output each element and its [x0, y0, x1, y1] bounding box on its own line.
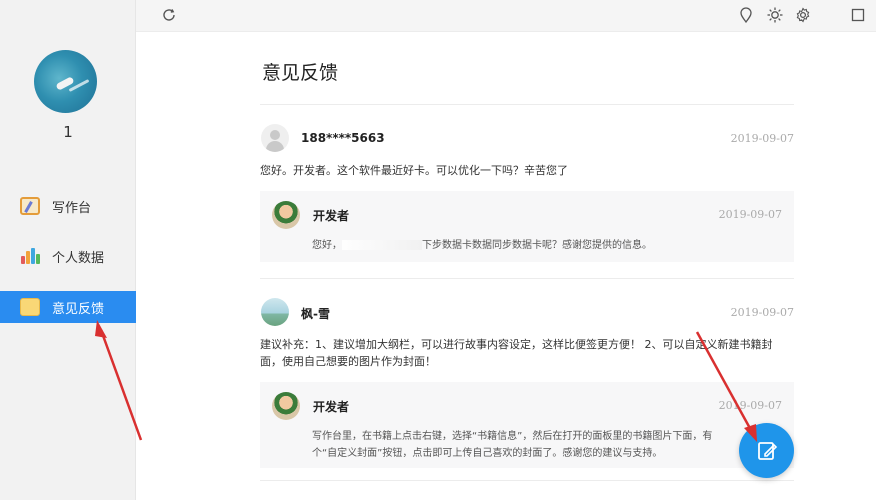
top-toolbar [136, 0, 876, 32]
maximize-icon[interactable] [849, 6, 867, 24]
sidebar: 1 写作台 个人数据 意见反馈 [0, 0, 136, 500]
reply-text-start: 您好， [312, 240, 342, 251]
feedback-text: 建议补充：1、建议增加大纲栏，可以进行故事内容设定，这样比便签更方便！ 2、可以… [260, 338, 773, 368]
reply-text-end: 下步数据卡数据同步数据卡呢？感谢您提供的信息。 [422, 240, 652, 251]
page-title: 意见反馈 [262, 62, 339, 84]
feedback-user: 188****5663 [301, 131, 385, 145]
writing-pad-icon [20, 197, 40, 215]
feedback-item: 枫-雪 2019-09-07 建议补充：1、建议增加大纲栏，可以进行故事内容设定… [260, 298, 794, 468]
divider [260, 278, 794, 279]
sidebar-item-label: 个人数据 [52, 250, 105, 266]
title-divider [260, 104, 794, 105]
sidebar-item-feedback[interactable]: 意见反馈 [0, 291, 136, 323]
reply-date: 2019-09-07 [718, 208, 782, 221]
sidebar-item-personal-data[interactable]: 个人数据 [0, 240, 136, 272]
feedback-date: 2019-09-07 [730, 306, 794, 319]
location-pin-icon[interactable] [737, 6, 755, 24]
bar-chart-icon [20, 247, 40, 265]
developer-reply: 开发者 2019-09-07 写作台里，在书籍上点击右键，选择“书籍信息”，然后… [260, 382, 794, 468]
developer-avatar [272, 201, 300, 229]
feedback-item: 188****5663 2019-09-07 您好。开发者。这个软件最近好卡。可… [260, 124, 794, 262]
developer-reply: 开发者 2019-09-07 您好， 下步数据卡数据同步数据卡呢？感谢您提供的信息… [260, 191, 794, 262]
user-avatar [261, 298, 289, 326]
sun-icon[interactable] [766, 6, 784, 24]
compose-feedback-button[interactable] [739, 423, 794, 478]
user-avatar[interactable] [34, 50, 97, 113]
reply-text: 写作台里，在书籍上点击右键，选择“书籍信息”，然后在打开的面板里的书籍图片下面，… [312, 431, 713, 459]
developer-avatar [272, 392, 300, 420]
redacted-region [342, 240, 422, 250]
reply-text: 您好， 下步数据卡数据同步数据卡呢？感谢您提供的信息。 [312, 237, 782, 254]
sidebar-item-writing[interactable]: 写作台 [0, 190, 136, 222]
feedback-text: 您好。开发者。这个软件最近好卡。可以优化一下吗？辛苦您了 [260, 164, 568, 177]
sidebar-item-label: 意见反馈 [52, 301, 105, 317]
reply-date: 2019-09-07 [718, 399, 782, 412]
reply-author: 开发者 [313, 400, 350, 414]
username: 1 [63, 123, 73, 141]
reply-author: 开发者 [313, 209, 350, 223]
feedback-user: 枫-雪 [301, 307, 330, 321]
folder-icon [20, 298, 40, 316]
compose-icon [757, 441, 777, 460]
refresh-icon[interactable] [160, 6, 178, 24]
default-avatar-icon [261, 124, 289, 152]
gear-icon[interactable] [794, 6, 812, 24]
sidebar-item-label: 写作台 [52, 200, 92, 216]
divider [260, 480, 794, 481]
feedback-date: 2019-09-07 [730, 132, 794, 145]
